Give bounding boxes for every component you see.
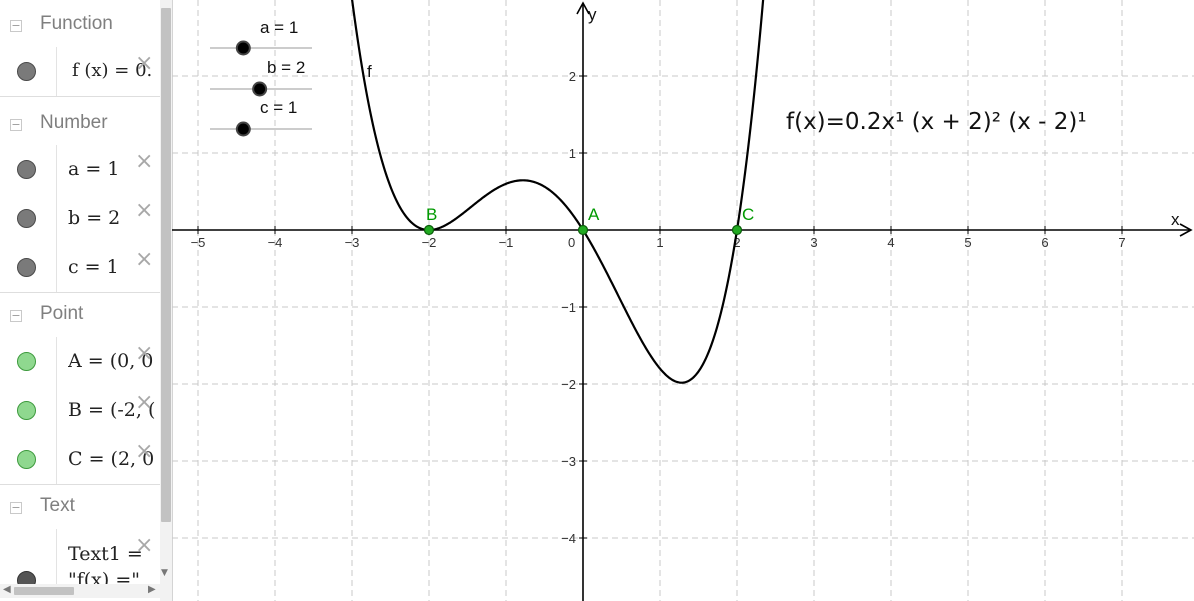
algebra-row-A[interactable]: A = (0, 0 ×: [0, 337, 160, 387]
x-tick-label: 3: [810, 235, 817, 250]
algebra-row-b[interactable]: b = 2 ×: [0, 194, 160, 244]
point-label-C: C: [742, 205, 754, 224]
function-curve-f[interactable]: [348, 0, 766, 384]
grid-lines: [172, 0, 1194, 601]
vertical-scrollbar[interactable]: ▼: [160, 0, 172, 601]
scrollbar-thumb[interactable]: [161, 8, 171, 522]
x-tick-label: 1: [656, 235, 663, 250]
slider-knob-a[interactable]: [235, 40, 251, 56]
collapse-icon[interactable]: −: [10, 310, 22, 322]
algebra-row-C[interactable]: C = (2, 0 ×: [0, 435, 160, 485]
delete-icon[interactable]: ×: [135, 392, 153, 414]
slider-label-c: c = 1: [260, 98, 297, 117]
x-tick-label: 6: [1041, 235, 1048, 250]
visibility-toggle-icon[interactable]: [17, 450, 36, 469]
sliders-layer: a = 1 b = 2 c = 1: [210, 18, 312, 137]
row-divider: [56, 386, 57, 435]
x-tick-label: 4: [887, 235, 894, 250]
algebra-view: − Function f (x) = 0. × − Number a = 1 ×…: [0, 0, 173, 601]
category-function[interactable]: − Function: [0, 3, 160, 48]
row-divider: [56, 435, 57, 484]
point-label-A: A: [588, 205, 600, 224]
algebra-row-f[interactable]: f (x) = 0. ×: [0, 47, 160, 97]
coordinate-axes: [172, 1, 1193, 601]
equation-text[interactable]: f(x)=0.2x¹ (x + 2)² (x - 2)¹: [786, 109, 1087, 135]
function-label-f: f: [367, 62, 372, 81]
visibility-toggle-icon[interactable]: [17, 209, 36, 228]
slider-knob-b[interactable]: [252, 81, 268, 97]
y-tick-label: −2: [561, 377, 576, 392]
visibility-toggle-icon[interactable]: [17, 160, 36, 179]
y-tick-label: 2: [569, 69, 576, 84]
point-C: [731, 224, 743, 236]
category-label: Text: [40, 495, 75, 516]
y-tick-label: −1: [561, 300, 576, 315]
x-tick-label: −3: [345, 235, 360, 250]
x-tick-label: −2: [422, 235, 437, 250]
visibility-toggle-icon[interactable]: [17, 62, 36, 81]
y-tick-label: 1: [569, 146, 576, 161]
delete-icon[interactable]: ×: [135, 441, 153, 463]
slider-label-a: a = 1: [260, 18, 298, 37]
point-label-B: B: [426, 205, 437, 224]
category-label: Function: [40, 13, 113, 34]
algebra-row-c[interactable]: c = 1 ×: [0, 243, 160, 293]
delete-icon[interactable]: ×: [135, 249, 153, 271]
slider-label-b: b = 2: [267, 58, 305, 77]
category-label: Number: [40, 112, 108, 133]
x-tick-label: 5: [964, 235, 971, 250]
x-tick-label: −4: [268, 235, 283, 250]
delete-icon[interactable]: ×: [135, 535, 153, 557]
x-tick-label: −5: [191, 235, 206, 250]
row-divider: [56, 529, 57, 589]
collapse-icon[interactable]: −: [10, 502, 22, 514]
y-tick-label: −4: [561, 531, 576, 546]
delete-icon[interactable]: ×: [135, 53, 153, 75]
point-A: [577, 224, 589, 236]
graphics-view[interactable]: −5 −4 −3 −2 −1 1 2 3 4 5 6 7−4−3−2−112 AB C a = 1b =…: [172, 0, 1194, 601]
y-axis-label: y: [588, 5, 597, 24]
row-divider: [56, 145, 57, 194]
algebra-row-text1[interactable]: Text1 = "f(x) =" ×: [0, 529, 160, 591]
y-tick-label: −3: [561, 454, 576, 469]
visibility-toggle-icon[interactable]: [17, 352, 36, 371]
scroll-right-icon[interactable]: ▶: [148, 584, 156, 595]
category-text[interactable]: − Text: [0, 485, 160, 530]
category-number[interactable]: − Number: [0, 102, 160, 147]
horizontal-scrollbar[interactable]: ◀ ▶: [0, 584, 160, 598]
row-divider: [56, 337, 57, 386]
algebra-row-B[interactable]: B = (-2, ( ×: [0, 386, 160, 436]
x-axis-label: x: [1171, 210, 1180, 229]
row-divider: [56, 243, 57, 292]
visibility-toggle-icon[interactable]: [17, 401, 36, 420]
row-divider: [56, 194, 57, 243]
delete-icon[interactable]: ×: [135, 200, 153, 222]
x-tick-label: 7: [1118, 235, 1125, 250]
slider-knob-c[interactable]: [235, 121, 251, 137]
origin-label: 0: [568, 235, 575, 250]
scroll-left-icon[interactable]: ◀: [3, 584, 11, 595]
category-point[interactable]: − Point: [0, 293, 160, 338]
delete-icon[interactable]: ×: [135, 343, 153, 365]
category-label: Point: [40, 303, 84, 324]
algebra-row-a[interactable]: a = 1 ×: [0, 145, 160, 195]
delete-icon[interactable]: ×: [135, 151, 153, 173]
scrollbar-thumb[interactable]: [14, 587, 74, 595]
visibility-toggle-icon[interactable]: [17, 258, 36, 277]
collapse-icon[interactable]: −: [10, 119, 22, 131]
x-tick-label: −1: [499, 235, 514, 250]
point-B: [423, 224, 435, 236]
scroll-down-icon[interactable]: ▼: [161, 568, 168, 578]
row-divider: [56, 47, 57, 96]
collapse-icon[interactable]: −: [10, 20, 22, 32]
